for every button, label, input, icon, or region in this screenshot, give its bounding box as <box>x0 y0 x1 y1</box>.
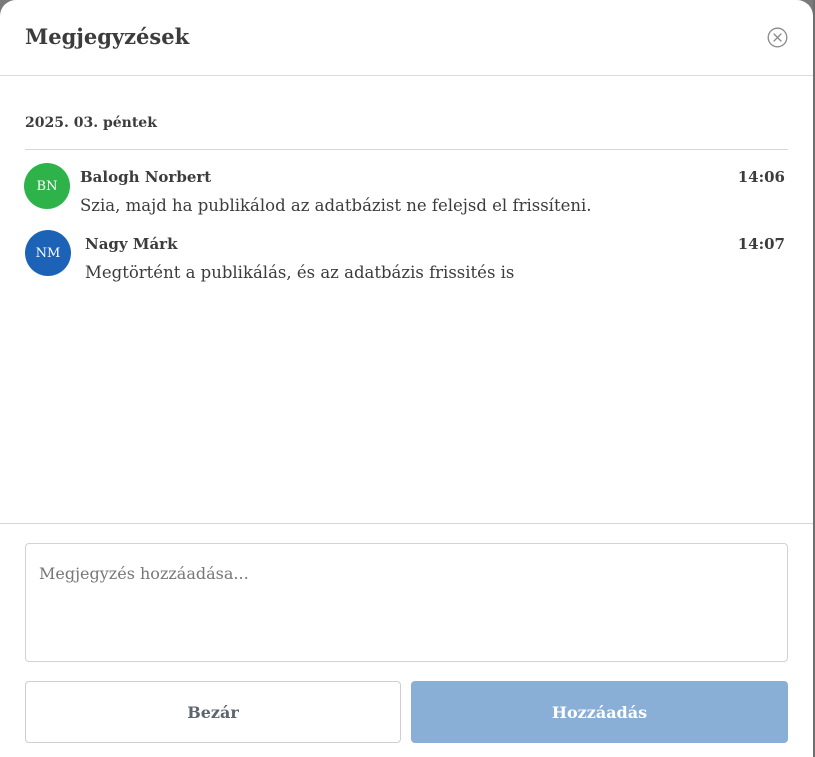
close-icon[interactable] <box>767 27 788 48</box>
message-time: 14:07 <box>737 235 785 253</box>
message-text: Megtörtént a publikálás, és az adatbázis… <box>85 263 515 282</box>
divider <box>25 149 788 150</box>
add-button[interactable]: Hozzáadás <box>411 681 788 743</box>
message-time: 14:06 <box>737 168 785 186</box>
avatar: NM <box>25 230 71 276</box>
date-group-heading: 2025. 03. péntek <box>25 115 157 131</box>
avatar-initials: BN <box>36 178 58 194</box>
message-text: Szia, majd ha publikálod az adatbázist n… <box>80 196 592 215</box>
notes-dialog: Megjegyzések 2025. 03. péntek BN Balogh … <box>0 0 813 757</box>
close-button[interactable]: Bezár <box>25 681 401 743</box>
avatar-initials: NM <box>35 245 61 261</box>
note-input[interactable] <box>25 543 788 662</box>
message-author: Balogh Norbert <box>80 168 212 186</box>
avatar: BN <box>24 163 70 209</box>
message-author: Nagy Márk <box>85 235 178 253</box>
dialog-title: Megjegyzések <box>25 24 190 49</box>
dialog-header: Megjegyzések <box>0 0 813 76</box>
footer-divider <box>0 523 813 524</box>
